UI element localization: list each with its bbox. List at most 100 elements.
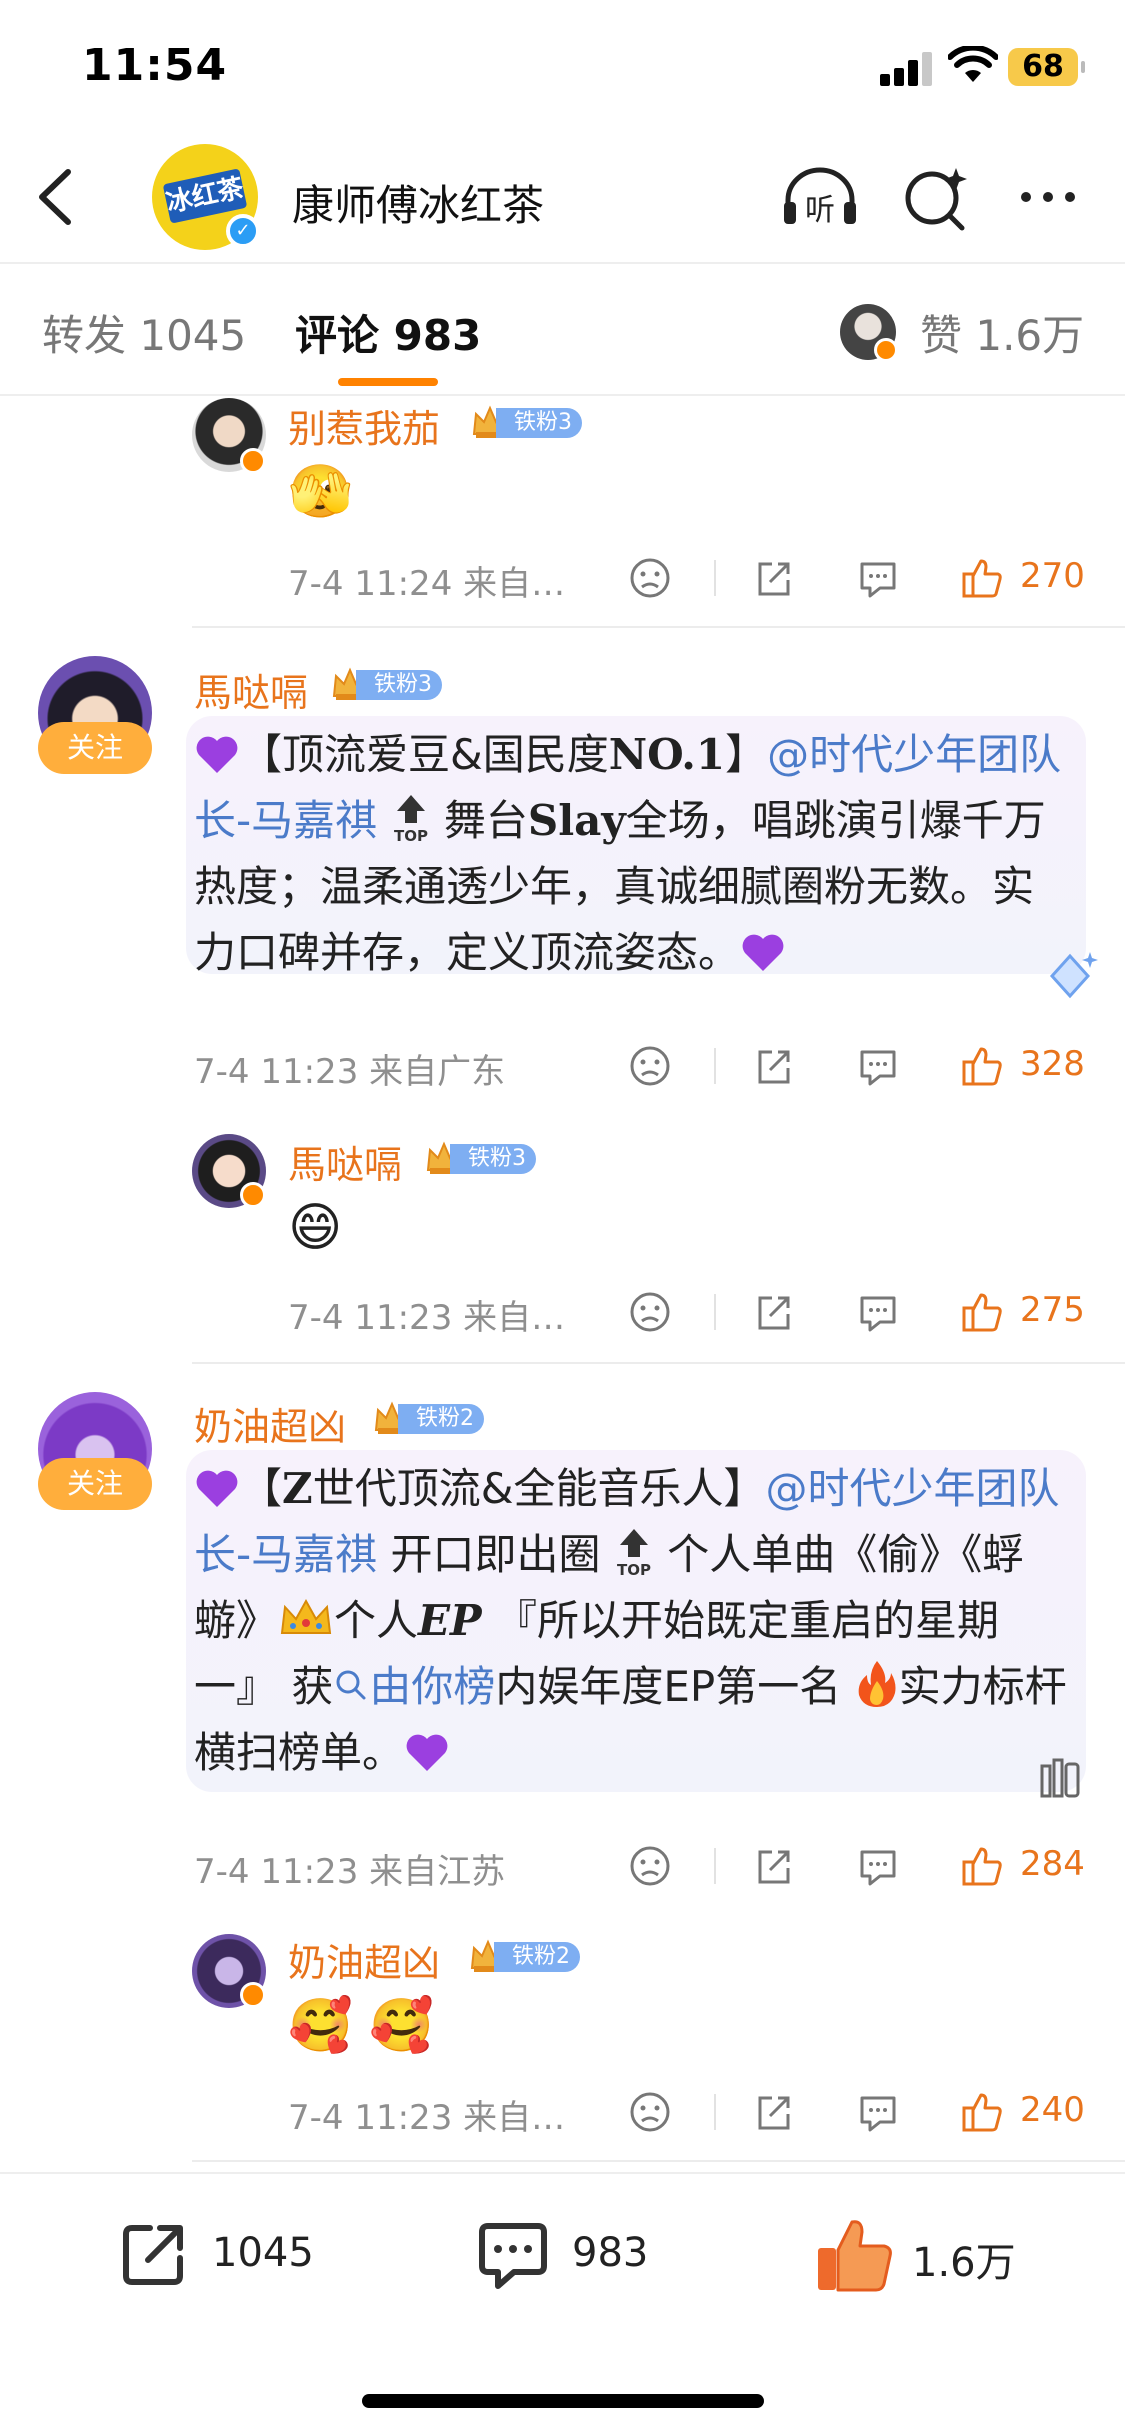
thumbs-up-icon[interactable] (960, 1844, 1004, 1888)
verified-badge-icon (240, 1182, 266, 1208)
comment-reply-icon[interactable] (856, 556, 900, 600)
like-count: 240 (1020, 2090, 1085, 2130)
divider (714, 1294, 716, 1330)
search-icon (336, 1670, 366, 1700)
fan-badge: 铁粉3 (470, 405, 590, 440)
comment-emoji: 🫣 (288, 462, 353, 522)
comment-button[interactable]: 983 (474, 2212, 674, 2292)
thumbs-up-icon[interactable] (960, 556, 1004, 600)
repost-icon (123, 2225, 183, 2285)
dislike-icon[interactable] (628, 1290, 672, 1334)
fire-icon (858, 1661, 896, 1707)
fan-badge: 铁粉3 (330, 667, 460, 702)
fan-badge: 铁粉2 (372, 1401, 502, 1436)
repost-button[interactable]: 1045 (116, 2212, 316, 2292)
divider (192, 626, 1125, 628)
status-bar: 11:54 68 (0, 0, 1125, 132)
comment-username[interactable]: 奶油超凶 (288, 1932, 440, 1987)
comment-actions: 328 (628, 1040, 1088, 1090)
comment-reply-icon[interactable] (856, 1844, 900, 1888)
comment-meta: 7-4 11:23 来自广东 (194, 1052, 506, 1092)
comment-actions: 240 (628, 2086, 1088, 2136)
dislike-icon[interactable] (628, 556, 672, 600)
fan-level-label: 铁粉2 (398, 1404, 484, 1434)
comment-text: 【顶流爱豆&国民度NO.1】@时代少年团队长-马嘉祺 TOP 舞台Slay全场，… (194, 722, 1074, 986)
top-arrow-icon: TOP (617, 1529, 651, 1579)
like-count: 1.6万 (912, 2240, 1016, 2286)
liker-avatar[interactable] (840, 304, 898, 362)
comment-count: 983 (572, 2230, 649, 2276)
search-topic-link[interactable]: 由你榜 (369, 1662, 495, 1711)
dislike-icon[interactable] (628, 1044, 672, 1088)
fan-badge: 铁粉2 (468, 1939, 598, 1974)
comment-meta: 7-4 11:23 来自江苏 (194, 1852, 506, 1892)
comment-text-part: 世代顶流&全能音乐人】 (312, 1464, 766, 1513)
fan-level-label: 铁粉3 (496, 408, 582, 438)
purple-heart-icon (406, 1734, 448, 1771)
tab-likes[interactable]: 赞 1.6万 (920, 302, 1084, 363)
comment-text-bold: Z (282, 1464, 313, 1513)
comment-text-part: 舞台 (443, 796, 528, 845)
comment-text-bold: EP (418, 1596, 482, 1645)
diamond-sparkle-icon (1049, 952, 1098, 999)
tab-repost[interactable]: 转发 1045 (42, 302, 246, 363)
follow-button[interactable]: 关注 (38, 1458, 152, 1510)
tab-comments[interactable]: 评论 983 (295, 302, 481, 363)
dislike-icon[interactable] (628, 1844, 672, 1888)
top-arrow-icon: TOP (394, 795, 428, 845)
divider (714, 1048, 716, 1084)
comment-text-part: 个人 (334, 1596, 419, 1645)
more-options-icon[interactable] (1010, 162, 1090, 232)
crown-icon (280, 1598, 332, 1634)
comment-meta: 7-4 11:23 来自… (288, 2098, 566, 2138)
comment-text-part: 【 (240, 1464, 283, 1513)
comment-reply-icon[interactable] (856, 1290, 900, 1334)
thumbs-up-icon[interactable] (960, 1290, 1004, 1334)
comment-username[interactable]: 馬哒嗝 (288, 1134, 402, 1189)
divider (714, 2094, 716, 2130)
battery-indicator: 68 (1008, 48, 1085, 86)
back-arrow-icon[interactable] (28, 162, 88, 232)
comment-reply-icon[interactable] (856, 1044, 900, 1088)
svg-text:TOP: TOP (617, 1561, 651, 1579)
thumbs-up-icon[interactable] (960, 2090, 1004, 2134)
share-icon[interactable] (752, 1044, 796, 1088)
comment-actions: 275 (628, 1286, 1088, 1336)
comment-username[interactable]: 别惹我茄 (288, 398, 440, 453)
divider (714, 1848, 716, 1884)
status-time: 11:54 (82, 40, 228, 91)
listen-headphones-icon[interactable]: 听 (780, 162, 860, 232)
purple-heart-icon (742, 934, 784, 971)
share-icon[interactable] (752, 1844, 796, 1888)
follow-button[interactable]: 关注 (38, 722, 152, 774)
verified-badge-icon (240, 448, 266, 474)
cellular-signal-icon (880, 52, 936, 86)
nav-bar: 冰红茶 ✓ 康师傅冰红茶 听 (0, 132, 1125, 262)
svg-text:听: 听 (805, 193, 835, 228)
fan-level-label: 铁粉3 (450, 1144, 536, 1174)
comment-text-bold: NO.1 (608, 730, 726, 779)
dislike-icon[interactable] (628, 2090, 672, 2134)
share-icon[interactable] (752, 1290, 796, 1334)
divider (192, 2160, 1125, 2162)
share-icon[interactable] (752, 2090, 796, 2134)
purple-heart-icon (196, 1470, 238, 1507)
decoration-icon (1040, 1758, 1080, 1798)
fan-badge: 铁粉3 (424, 1141, 554, 1176)
home-indicator (362, 2394, 764, 2408)
comment-username[interactable]: 馬哒嗝 (194, 662, 308, 717)
divider (192, 1362, 1125, 1364)
comment-meta: 7-4 11:24 来自… (288, 564, 566, 604)
comment-meta: 7-4 11:23 来自… (288, 1298, 566, 1338)
comment-reply-icon[interactable] (856, 2090, 900, 2134)
comment-username[interactable]: 奶油超凶 (194, 1396, 346, 1451)
search-sparkle-icon[interactable] (896, 162, 976, 232)
like-button[interactable]: 1.6万 (812, 2212, 1032, 2292)
purple-heart-icon (196, 736, 238, 773)
thumbs-up-icon[interactable] (960, 1044, 1004, 1088)
account-name[interactable]: 康师傅冰红茶 (292, 172, 544, 233)
like-count: 275 (1020, 1290, 1085, 1330)
share-icon[interactable] (752, 556, 796, 600)
verified-badge-icon: ✓ (226, 214, 260, 248)
repost-count: 1045 (212, 2230, 314, 2276)
